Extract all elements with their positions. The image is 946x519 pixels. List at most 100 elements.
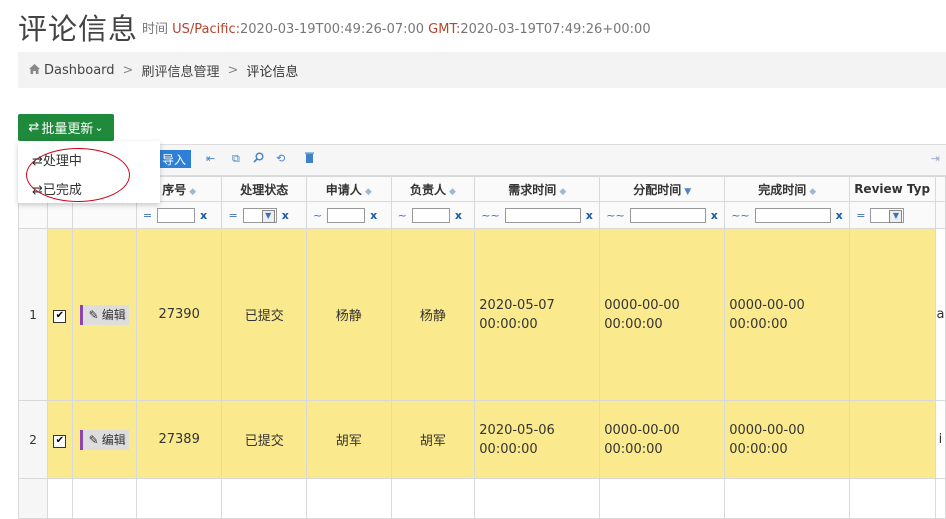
batch-update-label: 批量更新 [41, 122, 94, 137]
filter-op: = [228, 208, 238, 222]
filter-overflow [934, 201, 946, 229]
filter-review-type-select[interactable]: ▼ [870, 207, 905, 223]
filter-done-time-input[interactable] [754, 207, 831, 223]
copy-icon[interactable]: ⧉ [232, 152, 240, 166]
filter-clear-button[interactable]: x [836, 209, 843, 222]
page-title: 评论信息 [18, 12, 139, 46]
breadcrumb-review-manage[interactable]: 刷评信息管理 [141, 61, 219, 80]
filter-applicant-input[interactable] [327, 207, 366, 223]
filter-empty [71, 201, 137, 229]
sort-desc-icon[interactable]: ▼ [684, 187, 691, 197]
filter-clear-button[interactable]: x [455, 209, 462, 222]
exchange-icon: ⇄ [32, 183, 43, 198]
gmt-time: 2020-03-19T07:49:26+00:00 [460, 22, 651, 37]
filter-assign-time-input[interactable] [629, 207, 706, 223]
filter-owner-input[interactable] [411, 207, 450, 223]
cell-status: 已提交 [221, 400, 307, 479]
chevron-down-icon: ▼ [889, 209, 903, 223]
filter-owner: ~ x [390, 201, 476, 229]
col-header-need-time[interactable]: 需求时间 ◆ [474, 176, 601, 202]
cell-overflow: i [934, 400, 946, 479]
cell-done-time: 0000-00-00 00:00:00 [724, 400, 851, 479]
row-actions: ✎ 编辑 [71, 400, 137, 479]
edit-icon: ✎ [88, 307, 99, 322]
col-header-assign-time[interactable]: 分配时间 ▼ [599, 176, 726, 202]
filter-op: ~ [312, 208, 323, 222]
row-actions: ✎ 编辑 [71, 228, 137, 401]
last-page-icon[interactable]: ⇥ [931, 152, 940, 165]
filter-empty [47, 201, 73, 229]
gmt-label: GMT: [428, 22, 461, 37]
filter-op: ~~ [606, 208, 625, 222]
row-number [17, 478, 49, 519]
exchange-icon: ⇄ [28, 120, 40, 135]
search-icon[interactable] [253, 152, 264, 166]
filter-clear-button[interactable]: x [711, 209, 718, 222]
filter-clear-button[interactable]: x [282, 209, 289, 222]
breadcrumb-dashboard[interactable]: Dashboard [44, 63, 115, 78]
sort-icon[interactable]: ◆ [809, 187, 816, 197]
sort-icon[interactable]: ◆ [449, 187, 456, 197]
filter-status-select[interactable]: ▼ [242, 207, 277, 223]
sort-icon[interactable]: ◆ [559, 187, 566, 197]
cell-owner: 胡军 [390, 400, 476, 479]
filter-need-time-input[interactable] [504, 207, 581, 223]
server-time: 时间 US/Pacific:2020-03-19T00:49:26-07:00 … [142, 18, 651, 37]
cell-overflow: a [934, 228, 946, 401]
filter-op: ~~ [731, 208, 750, 222]
chevron-down-icon: ▼ [261, 209, 275, 223]
table-row[interactable] [17, 478, 946, 519]
cell-assign-time: 0000-00-00 00:00:00 [599, 228, 726, 401]
col-header-review-type[interactable]: Review Typ [849, 176, 936, 202]
timezone-label: US/Pacific: [172, 22, 240, 37]
time-label: 时间 [142, 22, 169, 37]
col-header-owner[interactable]: 负责人 ◆ [390, 176, 476, 202]
sort-icon[interactable]: ◆ [189, 187, 196, 197]
col-header-overflow [934, 176, 946, 202]
cell-owner: 杨静 [390, 228, 476, 401]
filter-op: ~ [397, 208, 407, 222]
table-row[interactable]: 1 ✔ ✎ 编辑 27390 已提交 杨静 杨静 2020-05-07 00:00… [17, 228, 946, 401]
first-page-icon[interactable]: ⇤ [206, 152, 215, 165]
menu-item-processing[interactable]: ⇄处理中 [32, 150, 82, 169]
home-icon [29, 63, 40, 77]
filter-clear-button[interactable]: x [586, 209, 593, 222]
cell-review-type [849, 228, 936, 401]
breadcrumb-separator: > [122, 62, 134, 78]
row-checkbox-cell: ✔ [47, 400, 73, 479]
batch-update-menu: ⇄处理中 ⇄已完成 [18, 141, 160, 203]
filter-clear-button[interactable]: x [370, 209, 377, 222]
filter-clear-button[interactable]: x [200, 209, 207, 222]
review-table: 序号 ◆ 处理状态 申请人 ◆ 负责人 ◆ 需求时间 ◆ 分配时间 ▼ 完成时间 ◆ Rev… [17, 176, 946, 519]
filter-id: = x [135, 201, 223, 229]
row-checkbox[interactable]: ✔ [53, 309, 67, 323]
import-button[interactable]: 导入 [157, 150, 191, 168]
filter-empty [17, 201, 49, 229]
filter-applicant: ~ x [305, 201, 392, 229]
breadcrumb: Dashboard > 刷评信息管理 > 评论信息 [18, 52, 946, 88]
exchange-icon: ⇄ [32, 154, 43, 169]
col-header-done-time[interactable]: 完成时间 ◆ [724, 176, 851, 202]
delete-icon[interactable] [305, 152, 314, 166]
col-header-status[interactable]: 处理状态 [221, 176, 307, 202]
cell-assign-time: 0000-00-00 00:00:00 [599, 400, 726, 479]
cell-applicant: 杨静 [305, 228, 392, 401]
table-row[interactable]: 2 ✔ ✎ 编辑 27389 已提交 胡军 胡军 2020-05-06 00:00… [17, 400, 946, 479]
filter-id-input[interactable] [157, 207, 196, 223]
row-checkbox[interactable]: ✔ [53, 434, 67, 448]
batch-update-button[interactable]: ⇄ 批量更新 ⌄ [18, 114, 114, 141]
menu-item-completed[interactable]: ⇄已完成 [32, 179, 82, 198]
col-header-applicant[interactable]: 申请人 ◆ [305, 176, 392, 202]
breadcrumb-current: 评论信息 [246, 64, 299, 80]
filter-done-time: ~~ x [724, 201, 851, 229]
local-time: 2020-03-19T00:49:26-07:00 [240, 22, 425, 37]
edit-button[interactable]: ✎ 编辑 [79, 304, 129, 325]
refresh-icon[interactable]: ⟲ [276, 152, 285, 165]
edit-button[interactable]: ✎ 编辑 [79, 429, 129, 450]
chevron-down-icon: ⌄ [94, 121, 104, 134]
edit-icon: ✎ [88, 432, 99, 447]
cell-need-time: 2020-05-07 00:00:00 [474, 228, 601, 401]
filter-op: = [142, 208, 153, 222]
filter-status: = ▼ x [221, 201, 307, 229]
sort-icon[interactable]: ◆ [365, 187, 372, 197]
